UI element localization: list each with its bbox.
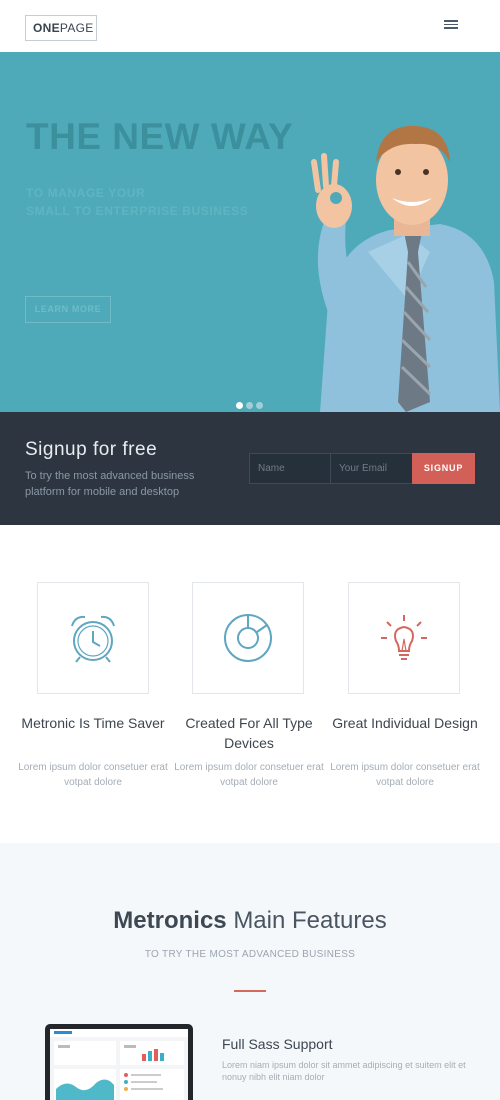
name-input[interactable]: Name (249, 453, 331, 484)
signup-button[interactable]: SIGNUP (412, 453, 475, 484)
features-section: Metronic Is Time Saver Lorem ipsum dolor… (0, 525, 500, 843)
feature-description-3: Lorem ipsum dolor consetuer erat votpat … (330, 762, 480, 788)
signup-description: To try the most advanced business platfo… (25, 470, 195, 498)
feature-card-2 (192, 582, 304, 694)
main-features-title: Metronics Main Features (0, 907, 500, 935)
signup-title: Signup for free (25, 439, 158, 460)
logo[interactable]: ONEPAGE (25, 15, 97, 41)
accent-divider (234, 990, 266, 992)
logo-light: PAGE (59, 21, 94, 35)
hero-title: THE NEW WAY (26, 116, 294, 157)
feature-item-description: Lorem niam ipsum dolor sit ammet adipisc… (222, 1060, 466, 1082)
feature-card-1 (37, 582, 149, 694)
feature-title-3: Great Individual Design (332, 715, 478, 731)
email-input[interactable]: Your Email (330, 453, 413, 484)
top-header: ONEPAGE (0, 0, 500, 52)
main-features-title-rest: Main Features (233, 907, 387, 934)
feature-item-title: Full Sass Support (222, 1036, 333, 1052)
logo-bold: ONE (33, 21, 60, 35)
pie-chart-icon (224, 614, 272, 662)
alarm-clock-icon (71, 615, 115, 663)
main-features-subtitle: TO TRY THE MOST ADVANCED BUSINESS (144, 949, 356, 960)
feature-title-1: Metronic Is Time Saver (21, 715, 165, 731)
learn-more-button[interactable]: LEARN MORE (25, 296, 111, 323)
feature-card-3 (348, 582, 460, 694)
lightbulb-icon (381, 615, 427, 660)
slide-dot-1[interactable] (236, 402, 243, 409)
dashboard-screenshot (50, 1029, 188, 1100)
hero-person-image (311, 125, 500, 412)
hero-subtitle: TO MANAGE YOUR SMALL TO ENTERPRISE BUSIN… (26, 184, 286, 220)
feature-description-2: Lorem ipsum dolor consetuer erat votpat … (174, 762, 324, 788)
hamburger-icon[interactable] (444, 18, 460, 32)
main-features-section: Metronics Main Features TO TRY THE MOST … (0, 843, 500, 1100)
hero-subtitle-line1: TO MANAGE YOUR (26, 186, 146, 200)
laptop-image (45, 1024, 193, 1100)
slide-dot-3[interactable] (256, 402, 263, 409)
main-features-title-bold: Metronics (113, 907, 227, 934)
feature-description-1: Lorem ipsum dolor consetuer erat votpat … (18, 762, 168, 788)
slide-dot-2[interactable] (246, 402, 253, 409)
hero-slider: THE NEW WAY TO MANAGE YOUR SMALL TO ENTE… (0, 52, 500, 412)
feature-title-2: Created For All Type Devices (185, 715, 313, 751)
hero-subtitle-line2: SMALL TO ENTERPRISE BUSINESS (26, 204, 249, 218)
signup-section: Signup for free To try the most advanced… (0, 412, 500, 525)
slider-dots (236, 396, 266, 409)
